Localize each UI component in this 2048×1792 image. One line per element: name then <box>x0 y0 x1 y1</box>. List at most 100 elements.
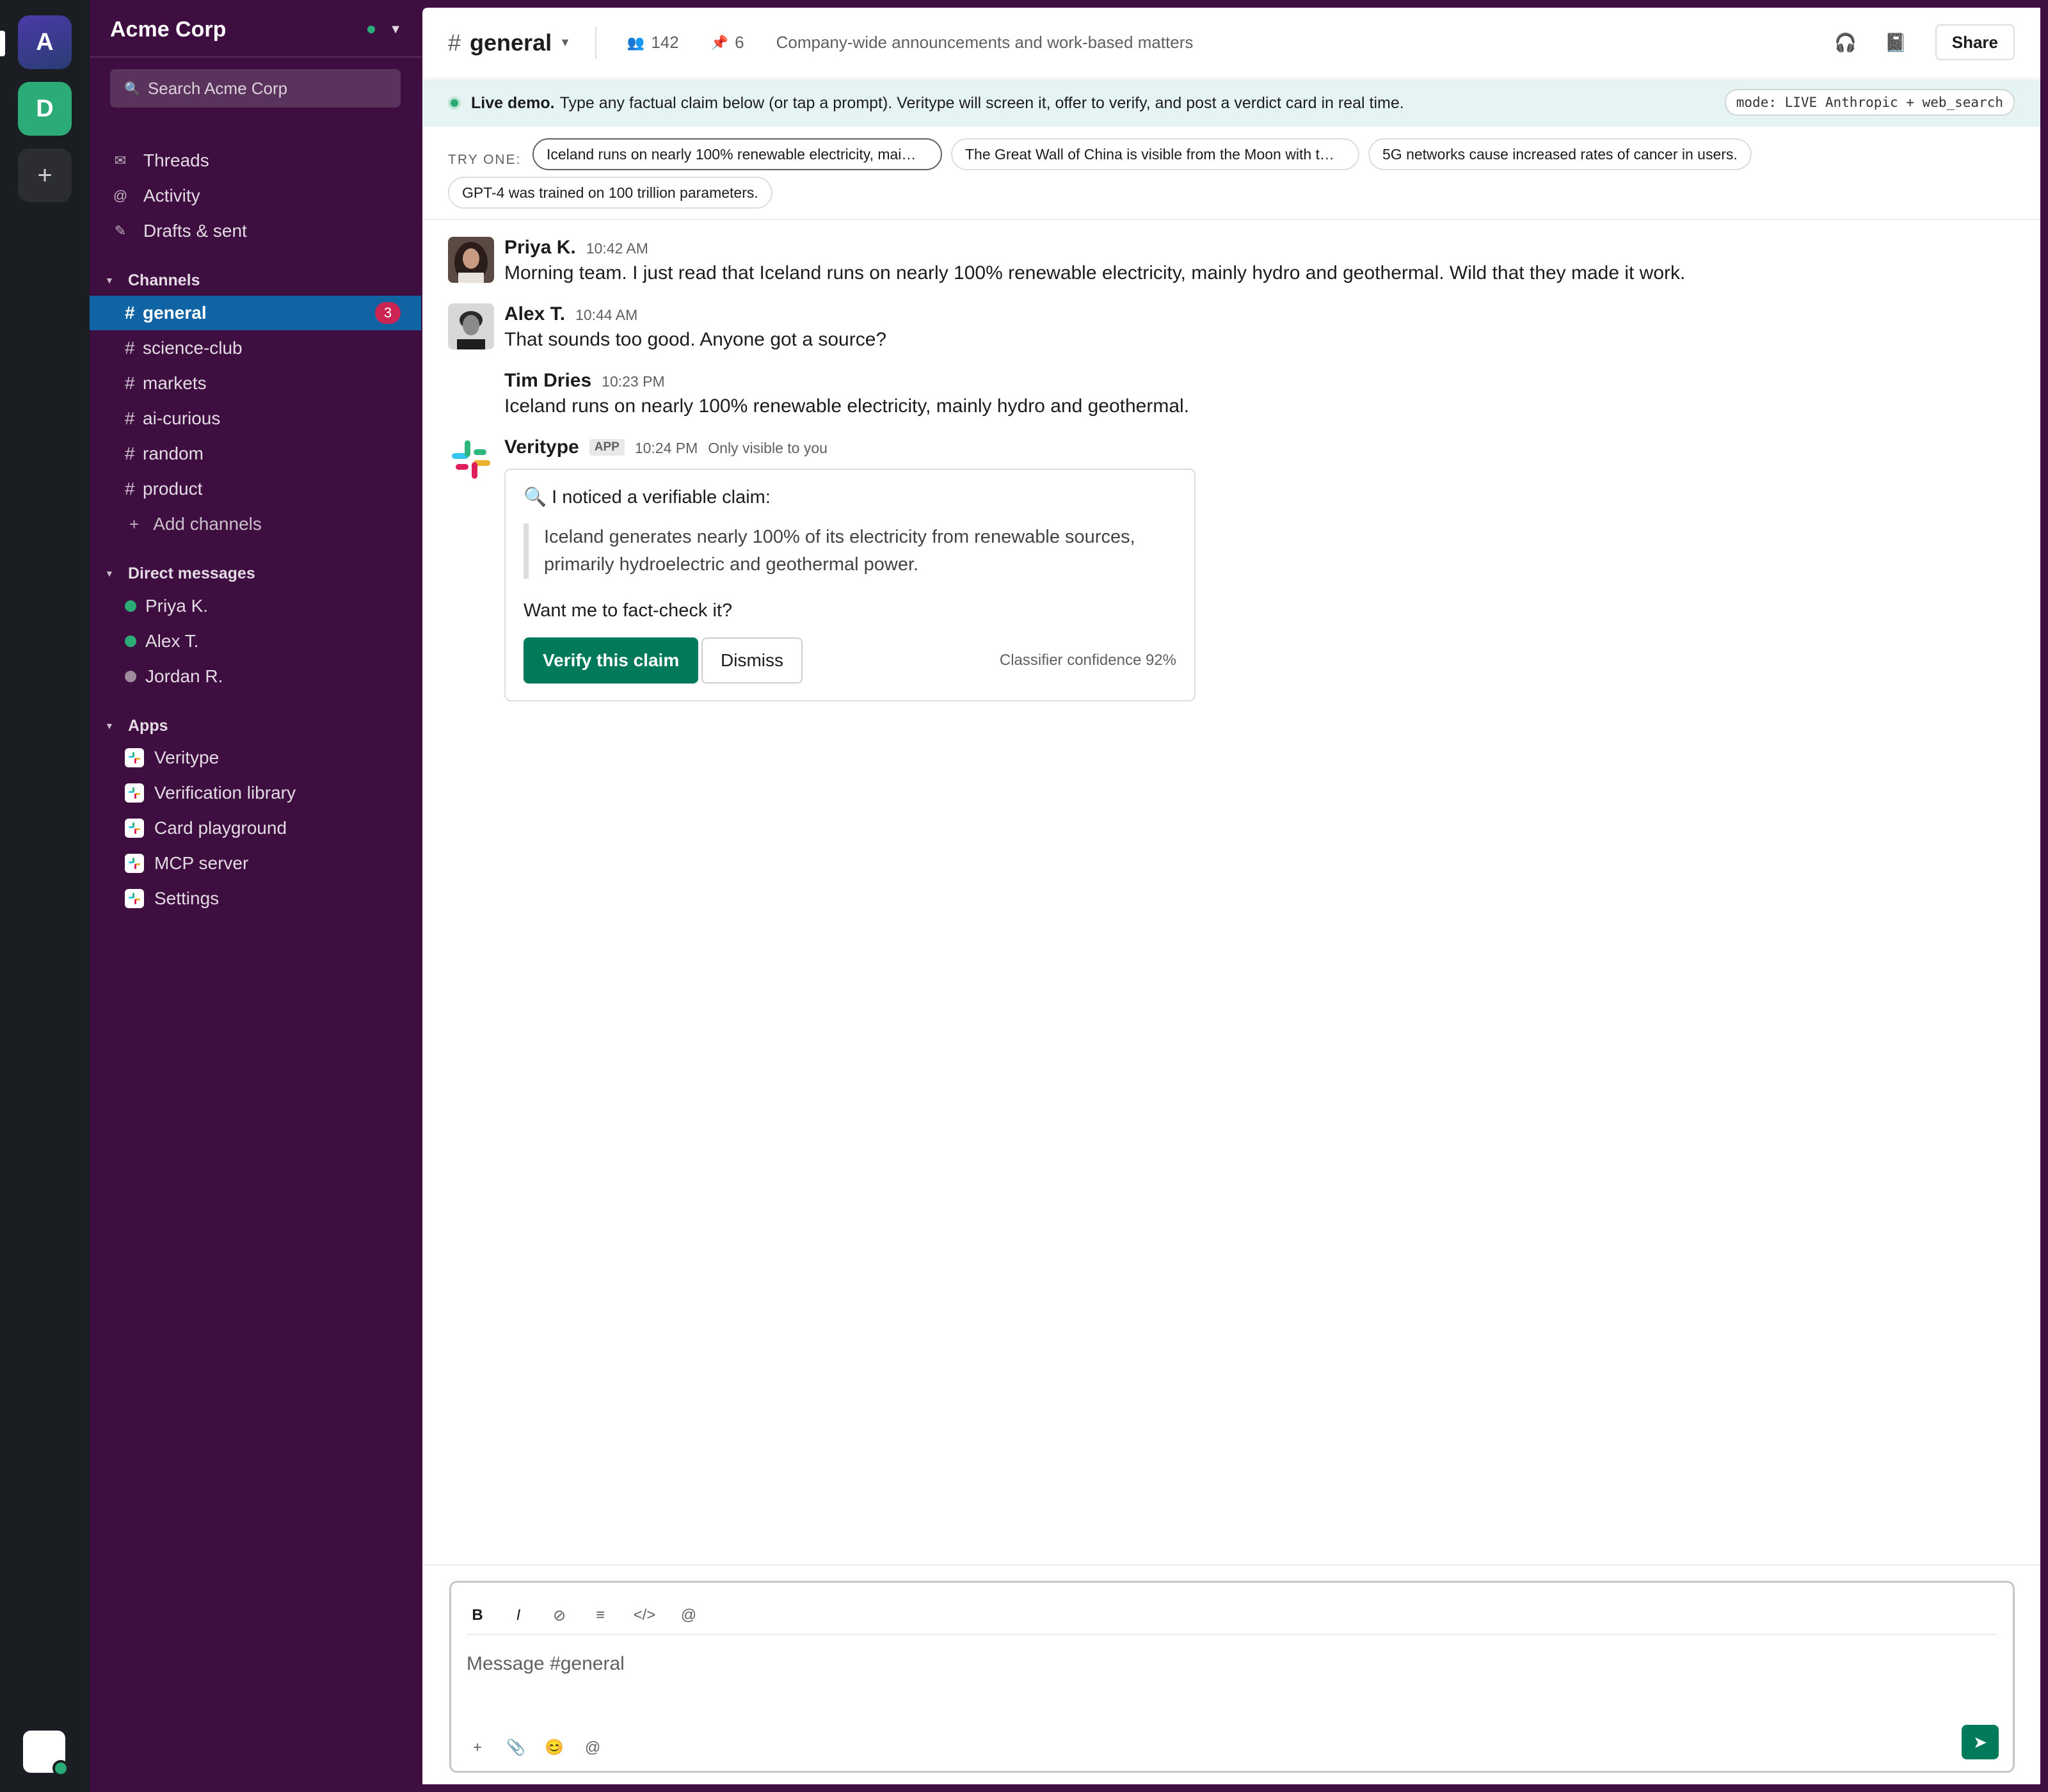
bold-icon[interactable]: B <box>467 1606 488 1624</box>
chevron-down-icon[interactable]: ▼ <box>389 22 402 37</box>
code-icon[interactable]: </> <box>630 1606 659 1624</box>
header-divider <box>595 26 596 59</box>
author-name[interactable]: Priya K. <box>504 237 576 259</box>
sidebar-item-threads[interactable]: ✉ Threads <box>90 143 421 178</box>
claim-quote: Iceland generates nearly 100% of its ele… <box>524 524 1164 579</box>
message-body: Veritype APP 10:24 PM Only visible to yo… <box>504 436 828 458</box>
sidebar-divider <box>90 56 421 58</box>
author-name[interactable]: Tim Dries <box>504 370 591 392</box>
prompt-chip-great-wall[interactable]: The Great Wall of China is visible from … <box>951 138 1359 170</box>
sidebar-item-science-club[interactable]: # science-club <box>90 331 421 365</box>
presence-dot <box>125 600 136 612</box>
avatar[interactable] <box>448 237 494 283</box>
veritype-logo-icon[interactable] <box>448 436 494 483</box>
mode-badge: mode: LIVE Anthropic + web_search <box>1724 89 2015 116</box>
channel-topic: Company-wide announcements and work-base… <box>776 33 1194 52</box>
timestamp[interactable]: 10:23 PM <box>602 373 664 390</box>
dm-item-alex[interactable]: Alex T. <box>90 624 421 659</box>
active-workspace-marker <box>0 31 5 56</box>
members-count[interactable]: 👥 142 <box>627 33 679 52</box>
sidebar-item-product[interactable]: # product <box>90 472 421 506</box>
caret-down-icon: ▼ <box>105 721 114 731</box>
canvas-icon[interactable]: 📓 <box>1885 32 1907 53</box>
slack-logo-icon <box>125 748 144 767</box>
sidebar-item-general[interactable]: # general 3 <box>90 296 421 330</box>
sidebar-search[interactable]: 🔍 Search Acme Corp <box>110 69 401 108</box>
pin-icon: 📌 <box>710 34 729 51</box>
prompt-chip-5g[interactable]: 5G networks cause increased rates of can… <box>1368 138 1752 170</box>
message-header: Veritype APP 10:24 PM Only visible to yo… <box>504 436 828 458</box>
workspace-header[interactable]: Acme Corp ▼ <box>110 15 402 44</box>
link-icon[interactable]: ⊘ <box>548 1606 570 1625</box>
app-item-verification-library[interactable]: Verification library <box>90 776 421 810</box>
sidebar-item-ai-curious[interactable]: # ai-curious <box>90 401 421 436</box>
sidebar: Acme Corp ▼ 🔍 Search Acme Corp ✉ Threads… <box>90 0 421 1792</box>
add-channels-button[interactable]: + Add channels <box>90 507 421 541</box>
mention-icon[interactable]: @ <box>678 1606 700 1624</box>
message-body: Tim Dries 10:23 PM Iceland runs on nearl… <box>504 370 1189 417</box>
visibility-note: Only visible to you <box>708 440 828 456</box>
presence-dot <box>125 636 136 647</box>
magnifier-icon: 🔍 <box>524 487 547 508</box>
workspace-d[interactable]: D <box>18 82 72 136</box>
add-workspace-button[interactable]: + <box>18 148 72 202</box>
author-name[interactable]: Alex T. <box>504 303 565 325</box>
sidebar-item-random[interactable]: # random <box>90 436 421 471</box>
app-label: MCP server <box>154 853 249 873</box>
slack-logo-icon <box>125 783 144 803</box>
plus-icon: + <box>129 514 140 534</box>
timestamp[interactable]: 10:24 PM <box>635 440 698 457</box>
sidebar-item-drafts[interactable]: ✎ Drafts & sent <box>90 214 421 248</box>
sidebar-item-activity[interactable]: @ Activity <box>90 179 421 213</box>
app-item-settings[interactable]: Settings <box>90 881 421 916</box>
app-item-mcp-server[interactable]: MCP server <box>90 846 421 881</box>
apps-section-header[interactable]: ▼ Apps <box>90 712 421 740</box>
app-badge: APP <box>589 439 625 456</box>
message-text: Morning team. I just read that Iceland r… <box>504 262 1686 284</box>
channels-section-header[interactable]: ▼ Channels <box>90 266 421 294</box>
author-name[interactable]: Veritype <box>504 436 579 458</box>
fact-check-question: Want me to fact-check it? <box>524 600 733 621</box>
composer-tools: + 📎 😊 @ <box>467 1738 620 1757</box>
prompt-chip-gpt4[interactable]: GPT-4 was trained on 100 trillion parame… <box>448 177 772 209</box>
emoji-icon[interactable]: 😊 <box>543 1738 565 1757</box>
message-composer[interactable]: B I ⊘ ≡ </> @ Message #general + 📎 😊 @ ➤ <box>449 1581 2015 1773</box>
user-avatar[interactable] <box>23 1731 69 1777</box>
send-icon[interactable]: ➤ <box>1962 1725 1999 1759</box>
channel-header: # general ▼ 👥 142 📌 6 Company-wide annou… <box>422 8 2040 78</box>
threads-icon: ✉ <box>114 152 127 168</box>
avatar[interactable] <box>448 303 494 349</box>
list-icon[interactable]: ≡ <box>589 1606 611 1624</box>
prompt-chip-iceland[interactable]: Iceland runs on nearly 100% renewable el… <box>532 138 942 170</box>
channel-title[interactable]: general <box>470 29 552 56</box>
message-input[interactable]: Message #general <box>467 1653 625 1675</box>
headphones-icon[interactable]: 🎧 <box>1834 32 1857 53</box>
timestamp[interactable]: 10:42 AM <box>586 240 648 257</box>
online-status-dot <box>52 1760 69 1777</box>
workspace-acme[interactable]: A <box>18 15 72 69</box>
app-item-card-playground[interactable]: Card playground <box>90 811 421 845</box>
mention-icon[interactable]: @ <box>582 1739 604 1757</box>
sidebar-item-label: Activity <box>143 186 200 205</box>
attachment-icon[interactable]: 📎 <box>505 1738 527 1757</box>
hash-icon: # <box>125 479 135 499</box>
dismiss-button[interactable]: Dismiss <box>701 637 803 684</box>
timestamp[interactable]: 10:44 AM <box>575 307 637 324</box>
sidebar-item-markets[interactable]: # markets <box>90 366 421 401</box>
hash-icon: # <box>448 29 461 56</box>
chevron-down-icon[interactable]: ▼ <box>559 36 571 49</box>
app-item-veritype[interactable]: Veritype <box>90 740 421 775</box>
dm-item-priya[interactable]: Priya K. <box>90 589 421 623</box>
italic-icon[interactable]: I <box>508 1606 529 1624</box>
verify-claim-button[interactable]: Verify this claim <box>524 637 699 684</box>
dms-section-header[interactable]: ▼ Direct messages <box>90 559 421 588</box>
plus-icon[interactable]: + <box>467 1739 488 1757</box>
dm-item-jordan[interactable]: Jordan R. <box>90 659 421 694</box>
message-header: Priya K. 10:42 AM <box>504 237 1685 259</box>
share-button[interactable]: Share <box>1935 24 2015 60</box>
pins-count[interactable]: 📌 6 <box>711 33 744 52</box>
hash-icon: # <box>125 408 135 428</box>
sidebar-item-label: Drafts & sent <box>143 221 247 241</box>
slack-logo-icon <box>125 889 144 908</box>
workspace-rail: A D + <box>0 0 90 1792</box>
